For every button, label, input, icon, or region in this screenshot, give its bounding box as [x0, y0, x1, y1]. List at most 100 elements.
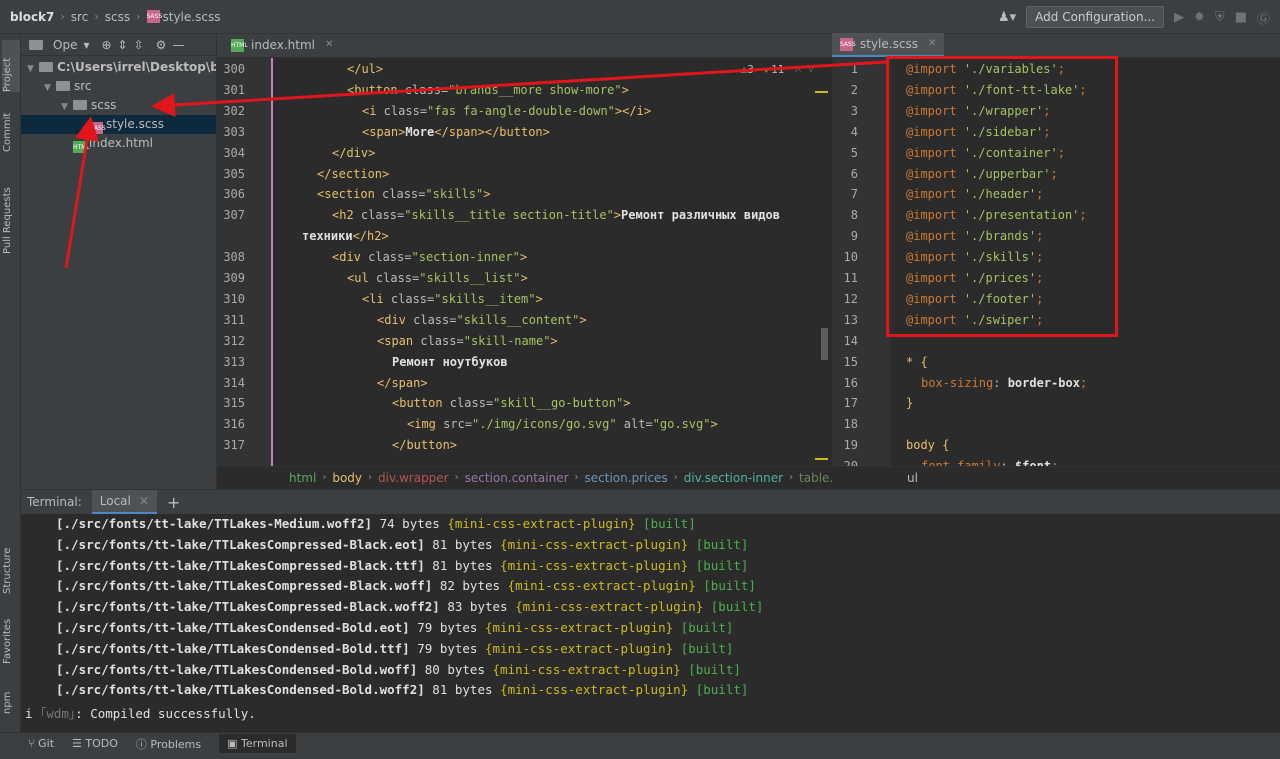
- breadcrumb-src[interactable]: src: [71, 10, 89, 24]
- code-line[interactable]: box-sizing: border-box;: [921, 376, 1087, 390]
- breadcrumb-item[interactable]: html: [289, 471, 316, 485]
- line-number: 15: [843, 354, 858, 369]
- tool-window-pull-requests[interactable]: Pull Requests: [2, 174, 20, 254]
- stop-icon[interactable]: ■: [1235, 10, 1247, 25]
- tool-terminal[interactable]: ▣ Terminal: [219, 734, 296, 753]
- code-line[interactable]: техники</h2>: [302, 229, 389, 243]
- code-line[interactable]: * {: [906, 355, 928, 369]
- code-line[interactable]: <h2 class="skills__title section-title">…: [332, 208, 780, 222]
- line-number: 20: [833, 459, 858, 466]
- tab-local-terminal[interactable]: Local ✕: [91, 490, 157, 514]
- code-line[interactable]: <i class="fas fa-angle-double-down"></i>: [362, 104, 651, 118]
- close-icon[interactable]: ✕: [139, 494, 149, 508]
- code-line[interactable]: <section class="skills">: [317, 187, 490, 201]
- asset-path: [./src/fonts/tt-lake/TTLakes-Medium.woff…: [56, 516, 373, 531]
- tool-window-favorites[interactable]: Favorites: [2, 609, 20, 664]
- plugin-name: {mini-css-extract-plugin}: [492, 661, 681, 677]
- code-line[interactable]: <button class="skill__go-button">: [392, 396, 630, 410]
- expand-all-icon[interactable]: ⇕: [118, 38, 128, 52]
- project-view-dropdown[interactable]: Ope: [53, 38, 77, 52]
- colon: :: [1000, 459, 1014, 466]
- tool-todo[interactable]: ☰ TODO: [72, 737, 118, 750]
- chevron-down-icon[interactable]: ▼: [44, 79, 56, 96]
- code-line[interactable]: font-family: $font;: [921, 459, 1058, 466]
- project-folder-icon: [29, 39, 43, 50]
- close-icon[interactable]: ✕: [325, 34, 333, 56]
- locate-icon[interactable]: ⊕: [101, 38, 111, 52]
- tree-item[interactable]: ▼ C:\Users\irrel\Desktop\block7: [21, 58, 216, 77]
- code-line[interactable]: </div>: [332, 146, 375, 160]
- tool-window-structure[interactable]: Structure: [2, 534, 20, 594]
- breadcrumb-project[interactable]: block7: [10, 10, 54, 24]
- tool-problems[interactable]: ⓘ Problems: [136, 736, 201, 752]
- breadcrumb-item[interactable]: div.section-inner: [684, 471, 783, 485]
- code-line[interactable]: <div class="skills__content">: [377, 313, 587, 327]
- tool-window-project[interactable]: Project: [2, 40, 20, 92]
- close-icon[interactable]: ✕: [928, 33, 936, 55]
- tool-window-npm[interactable]: npm: [2, 684, 20, 714]
- breadcrumb-ul[interactable]: ul: [907, 471, 918, 485]
- asset-path: [./src/fonts/tt-lake/TTLakesCondensed-Bo…: [56, 661, 418, 677]
- tab-style-scss[interactable]: SASS style.scss ✕: [832, 33, 945, 57]
- compiled-message: : Compiled successfully.: [75, 706, 256, 722]
- tree-item[interactable]: SASSstyle.scss: [21, 115, 216, 134]
- tool-git[interactable]: ⑂ Git: [28, 737, 54, 750]
- debug-icon[interactable]: ✹: [1194, 10, 1205, 25]
- project-toolbar: Ope ▾ ⊕ ⇕ ⇳ ⚙ —: [21, 34, 216, 56]
- built-status: [built]: [680, 640, 734, 656]
- code-line[interactable]: <li class="skills__item">: [362, 292, 543, 306]
- add-configuration-button[interactable]: Add Configuration...: [1026, 6, 1165, 28]
- chevron-down-icon[interactable]: ˅: [808, 63, 814, 76]
- wdm-tag: ｢wdm｣: [40, 706, 76, 722]
- code-line[interactable]: <div class="section-inner">: [332, 250, 527, 264]
- tool-label: Terminal: [241, 737, 288, 750]
- code-line[interactable]: </button>: [392, 438, 457, 452]
- vertical-scrollbar[interactable]: [821, 328, 828, 360]
- breadcrumb-item[interactable]: section.prices: [585, 471, 668, 485]
- warning-marker[interactable]: [815, 91, 828, 93]
- add-icon[interactable]: +: [167, 493, 180, 512]
- tab-index-html[interactable]: HTML index.html ✕: [223, 33, 341, 57]
- tree-item[interactable]: ▼ src: [21, 77, 216, 96]
- tool-window-commit[interactable]: Commit: [2, 102, 20, 152]
- inspection-widget[interactable]: ⚠3 ✔11 ˄ ˅: [741, 63, 814, 76]
- user-icon[interactable]: ♟▾: [998, 10, 1016, 25]
- chevron-down-icon[interactable]: ▾: [83, 38, 89, 52]
- code-line[interactable]: </span>: [377, 376, 428, 390]
- code-line[interactable]: body {: [906, 438, 949, 452]
- code-line[interactable]: <img src="./img/icons/go.svg" alt="go.sv…: [407, 417, 718, 431]
- line-number: 311: [223, 312, 245, 327]
- warning-marker[interactable]: [815, 458, 828, 460]
- chevron-up-icon[interactable]: ˄: [795, 63, 801, 76]
- code-line[interactable]: <span>More</span></button>: [362, 125, 550, 139]
- gear-icon[interactable]: ⚙: [156, 38, 167, 52]
- plugin-name: {mini-css-extract-plugin}: [500, 557, 689, 573]
- tab-label: Local: [99, 494, 131, 508]
- chevron-down-icon[interactable]: ▼: [61, 98, 73, 115]
- code-line[interactable]: }: [906, 396, 913, 410]
- breadcrumb-item[interactable]: body: [332, 471, 362, 485]
- chevron-down-icon[interactable]: ▼: [27, 60, 39, 77]
- breadcrumb-item[interactable]: table.prices: [799, 471, 832, 485]
- breadcrumb-scss[interactable]: scss: [105, 10, 130, 24]
- breadcrumb-file[interactable]: style.scss: [163, 10, 221, 24]
- code-line[interactable]: </ul>: [347, 62, 383, 76]
- tree-item[interactable]: HTMLindex.html: [21, 134, 216, 153]
- breadcrumb-item[interactable]: div.wrapper: [378, 471, 449, 485]
- code-line[interactable]: </section>: [317, 167, 389, 181]
- terminal-output[interactable]: [./src/fonts/tt-lake/TTLakes-Medium.woff…: [21, 514, 1280, 732]
- html-file-icon: HTML: [231, 38, 248, 52]
- code-line[interactable]: <ul class="skills__list">: [347, 271, 528, 285]
- tree-item[interactable]: ▼ scss: [21, 96, 216, 115]
- code-line[interactable]: <span class="skill-name">: [377, 334, 558, 348]
- breadcrumb-item[interactable]: section.container: [465, 471, 569, 485]
- git-update-icon[interactable]: Ⓖ: [1257, 8, 1270, 27]
- run-icon[interactable]: ▶: [1174, 10, 1184, 25]
- collapse-all-icon[interactable]: ⇳: [134, 38, 144, 52]
- hide-panel-icon[interactable]: —: [172, 38, 184, 52]
- line-number: 8: [850, 208, 858, 223]
- html-editor[interactable]: 300 </ul> 301 <button class="brands__more s…: [217, 58, 832, 466]
- code-line[interactable]: <button class="brands__more show-more">: [347, 83, 629, 97]
- code-line[interactable]: Ремонт ноутбуков: [392, 355, 508, 369]
- coverage-icon[interactable]: ⛨: [1215, 10, 1225, 25]
